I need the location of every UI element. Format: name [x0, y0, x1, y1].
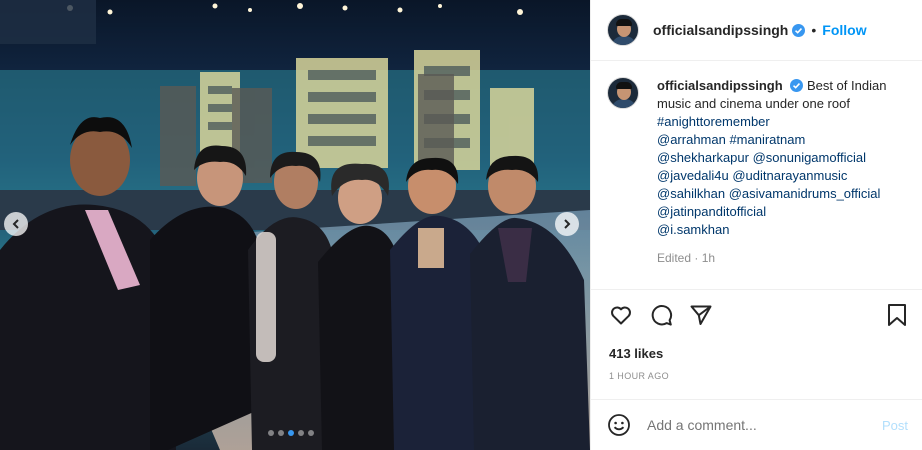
- post-timestamp: 1 HOUR AGO: [609, 371, 670, 381]
- like-count[interactable]: 413 likes: [609, 346, 663, 361]
- comment-input[interactable]: [647, 417, 867, 433]
- verified-badge-icon: [792, 23, 806, 37]
- share-button[interactable]: [689, 303, 713, 330]
- caption-tag-line[interactable]: @jatinpanditofficial: [657, 203, 906, 221]
- post-details-panel: officialsandipssingh • Follow officialsa…: [590, 0, 922, 450]
- chevron-right-icon: [564, 219, 571, 229]
- carousel-next-button[interactable]: [555, 212, 579, 236]
- header-separator: •: [811, 22, 817, 38]
- caption-tag-line[interactable]: @i.samkhan: [657, 221, 906, 239]
- carousel-dot: [268, 430, 274, 436]
- follow-button[interactable]: Follow: [822, 22, 866, 38]
- caption-tag-line[interactable]: @shekharkapur @sonunigamofficial: [657, 149, 906, 167]
- carousel-dot: [288, 430, 294, 436]
- share-icon: [690, 305, 712, 325]
- verified-badge-icon: [790, 79, 804, 92]
- concert-group-photo: [0, 0, 590, 450]
- author-avatar[interactable]: [607, 14, 639, 46]
- caption-tag-line[interactable]: #anighttoremember: [657, 113, 906, 131]
- comment-button[interactable]: [649, 303, 673, 330]
- caption-tag-line[interactable]: @arrahman #maniratnam: [657, 131, 906, 149]
- carousel-prev-button[interactable]: [4, 212, 28, 236]
- post-header: officialsandipssingh • Follow: [591, 0, 922, 61]
- save-button[interactable]: [886, 303, 908, 330]
- emoji-icon[interactable]: [607, 413, 631, 437]
- comment-bar: Post: [591, 399, 922, 450]
- heart-icon: [611, 306, 631, 325]
- bookmark-icon: [888, 304, 906, 326]
- caption-tag-line[interactable]: @sahilkhan @asivamanidrums_official: [657, 185, 906, 203]
- author-username[interactable]: officialsandipssingh: [653, 22, 788, 38]
- post-comment-button[interactable]: Post: [882, 418, 908, 433]
- carousel-dot: [308, 430, 314, 436]
- chevron-left-icon: [12, 219, 19, 229]
- caption-tag-line[interactable]: @javedali4u @uditnarayanmusic: [657, 167, 906, 185]
- comment-icon: [651, 305, 673, 326]
- carousel-indicator: [268, 430, 314, 436]
- carousel-dot: [298, 430, 304, 436]
- post-image[interactable]: [0, 0, 590, 450]
- post-actions: [609, 303, 908, 331]
- caption-username[interactable]: officialsandipssingh: [657, 78, 783, 93]
- like-button[interactable]: [609, 303, 633, 330]
- post-caption: officialsandipssingh Best of Indian musi…: [591, 61, 922, 290]
- carousel-dot: [278, 430, 284, 436]
- caption-avatar[interactable]: [607, 77, 639, 109]
- edited-timestamp: Edited · 1h: [657, 251, 716, 265]
